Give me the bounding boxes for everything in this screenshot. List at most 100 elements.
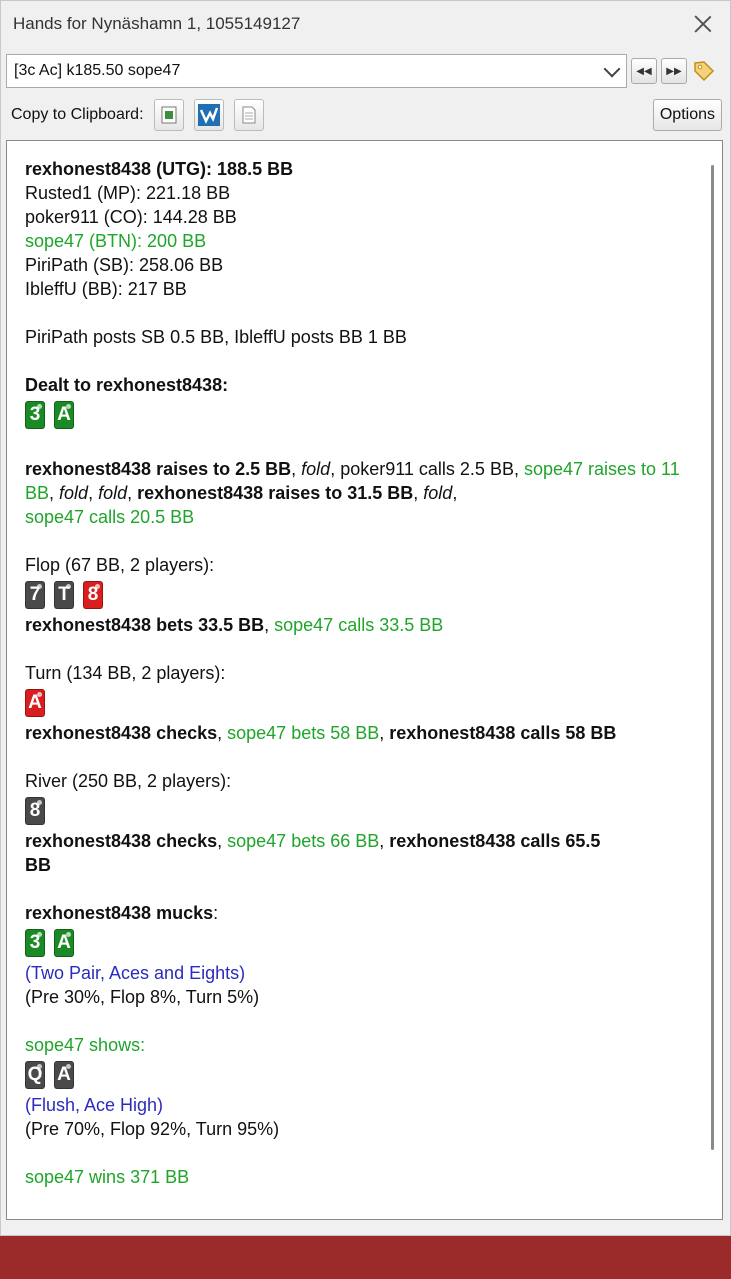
action-text: fold	[59, 483, 89, 503]
action-text: rexhonest8438 calls 58 BB	[389, 723, 617, 743]
player-stack-line: IbleffU (BB): 217 BB	[25, 279, 187, 299]
action-text: ,	[379, 723, 390, 743]
tag-icon	[694, 61, 715, 82]
hand-select-value: [3c Ac] k185.50 sope47	[14, 62, 181, 79]
hand-rank: (Flush, Ace High)	[25, 1095, 164, 1115]
player-stack-line: PiriPath (SB): 258.06 BB	[25, 255, 224, 275]
action-text: ,	[217, 831, 228, 851]
playing-card: 3	[25, 929, 45, 957]
action-text: ,	[379, 831, 390, 851]
equity-line: (Pre 70%, Flop 92%, Turn 95%)	[25, 1119, 280, 1139]
player-stack-line: Rusted1 (MP): 221.18 BB	[25, 183, 231, 203]
player-stack-line: poker911 (CO): 144.28 BB	[25, 207, 237, 227]
turn-actions: rexhonest8438 checks, sope47 bets 58 BB,…	[25, 721, 685, 745]
playing-card: 8	[25, 797, 45, 825]
action-text: ,	[291, 459, 302, 479]
playing-card: 8	[83, 581, 103, 609]
action-text: rexhonest8438 checks	[25, 723, 218, 743]
showdown-header: rexhonest8438 mucks:	[25, 901, 685, 925]
playing-card: T	[54, 581, 74, 609]
flop-label: Flop (67 BB, 2 players):	[25, 555, 215, 575]
card-group: 7T8	[25, 579, 685, 611]
hand-selector-row: [3c Ac] k185.50 sope47 ◀◀ ▶▶	[6, 53, 722, 89]
clipboard-toolbar: Copy to Clipboard: Options	[11, 98, 722, 132]
card-group: 3A	[25, 399, 685, 431]
action-text: sope47 bets 66 BB	[227, 831, 380, 851]
taskbar-background	[0, 1236, 731, 1279]
playing-card: A	[54, 1061, 74, 1089]
action-text: ,	[217, 723, 228, 743]
title-bar: Hands for Nynäshamn 1, 1055149127	[1, 1, 730, 47]
showdown-header: sope47 shows:	[25, 1035, 146, 1055]
previous-hand-button[interactable]: ◀◀	[631, 58, 657, 84]
flop-actions: rexhonest8438 bets 33.5 BB, sope47 calls…	[25, 613, 685, 637]
action-text: ,	[264, 615, 275, 635]
playing-card: A	[54, 401, 74, 429]
action-text: sope47 calls 33.5 BB	[274, 615, 444, 635]
action-text: ,	[49, 483, 60, 503]
window-title: Hands for Nynäshamn 1, 1055149127	[13, 14, 301, 33]
showdown-suffix: :	[213, 903, 219, 923]
copy-to-clipboard-label: Copy to Clipboard:	[11, 106, 144, 123]
playing-card: Q	[25, 1061, 45, 1089]
player-stack-line: sope47 (BTN): 200 BB	[25, 231, 207, 251]
options-button[interactable]: Options	[652, 99, 722, 131]
player-stack-line: rexhonest8438 (UTG): 188.5 BB	[25, 159, 294, 179]
blinds-line: PiriPath posts SB 0.5 BB, IbleffU posts …	[25, 327, 407, 347]
action-text: BB	[25, 855, 51, 875]
action-text: rexhonest8438 checks	[25, 831, 218, 851]
picture-icon	[161, 106, 177, 124]
action-text: ,	[127, 483, 138, 503]
fast-forward-icon: ▶▶	[666, 65, 682, 77]
card-group: 3A	[25, 927, 685, 959]
hand-select[interactable]: [3c Ac] k185.50 sope47	[6, 54, 627, 88]
next-hand-button[interactable]: ▶▶	[661, 58, 687, 84]
river-actions: rexhonest8438 checks, sope47 bets 66 BB,…	[25, 829, 685, 877]
scrollbar[interactable]	[711, 165, 714, 1150]
hand-history-text: rexhonest8438 (UTG): 188.5 BB Rusted1 (MP…	[25, 157, 685, 1189]
action-text: rexhonest8438 raises to 2.5 BB	[25, 459, 292, 479]
hand-history-window: Hands for Nynäshamn 1, 1055149127 [3c Ac…	[0, 0, 731, 1236]
copy-forum-button[interactable]	[193, 99, 224, 131]
action-text: fold	[301, 459, 331, 479]
equity-line: (Pre 30%, Flop 8%, Turn 5%)	[25, 987, 260, 1007]
chevron-down-icon	[603, 60, 621, 77]
action-text: sope47 bets 58 BB	[227, 723, 380, 743]
action-text: rexhonest8438 calls 65.5	[389, 831, 601, 851]
playing-card: 7	[25, 581, 45, 609]
card-group: A	[25, 687, 685, 719]
tag-hand-button[interactable]	[691, 58, 717, 84]
action-text: ,	[88, 483, 99, 503]
document-icon	[242, 106, 256, 124]
action-text: fold	[98, 483, 128, 503]
turn-label: Turn (134 BB, 2 players):	[25, 663, 226, 683]
dealt-to-label: Dealt to rexhonest8438:	[25, 375, 229, 395]
close-icon[interactable]	[692, 13, 714, 35]
preflop-actions: rexhonest8438 raises to 2.5 BB, fold, po…	[25, 457, 685, 529]
result-line: sope47 wins 371 BB	[25, 1167, 190, 1187]
playing-card: A	[25, 689, 45, 717]
rewind-icon: ◀◀	[636, 65, 652, 77]
forum-icon	[197, 104, 220, 126]
copy-text-button[interactable]	[233, 99, 264, 131]
action-text: , poker911 calls 2.5 BB,	[330, 459, 524, 479]
playing-card: 3	[25, 401, 45, 429]
card-group: QA	[25, 1059, 685, 1091]
copy-image-button[interactable]	[153, 99, 184, 131]
action-text: rexhonest8438 bets 33.5 BB	[25, 615, 265, 635]
action-text: fold	[423, 483, 453, 503]
river-label: River (250 BB, 2 players):	[25, 771, 232, 791]
action-text: ,	[413, 483, 424, 503]
hand-history-panel: rexhonest8438 (UTG): 188.5 BB Rusted1 (MP…	[6, 140, 723, 1220]
playing-card: A	[54, 929, 74, 957]
showdown-player: rexhonest8438 mucks	[25, 903, 214, 923]
action-text: rexhonest8438 raises to 31.5 BB	[137, 483, 414, 503]
